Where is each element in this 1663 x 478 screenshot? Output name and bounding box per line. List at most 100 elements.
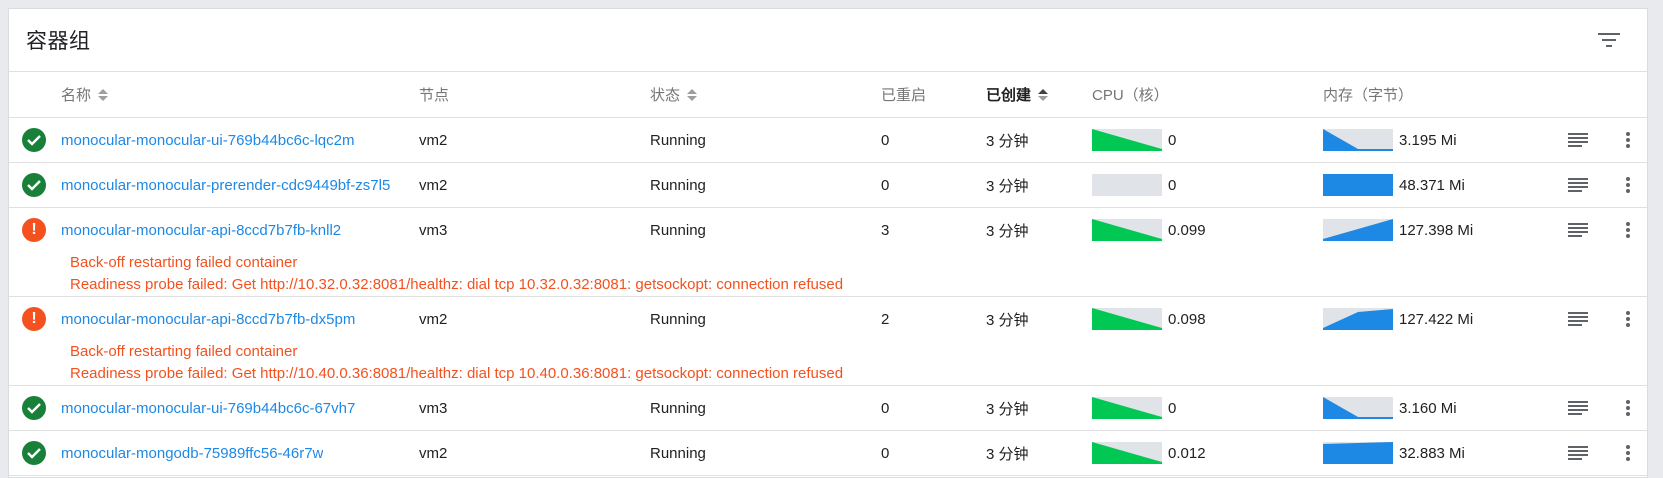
column-header-name[interactable]: 名称: [61, 72, 109, 117]
memory-sparkline: [1323, 219, 1393, 241]
row-main-line: ! monocular-monocular-api-8ccd7b7fb-knll2…: [9, 208, 1647, 252]
card-header: 容器组: [9, 9, 1647, 72]
cpu-sparkline: [1092, 174, 1162, 196]
status-text: Running: [650, 399, 706, 417]
column-header-memory: 内存（字节）: [1323, 72, 1413, 117]
logs-button[interactable]: [1566, 118, 1590, 162]
pods-card: 容器组 名称 节点 状态 已重启 已创建 CPU（核） 内存（字节） monoc…: [8, 8, 1648, 478]
table-header: 名称 节点 状态 已重启 已创建 CPU（核） 内存（字节）: [9, 72, 1647, 118]
cpu-cell: 0: [1092, 386, 1176, 430]
node-cell: vm3: [419, 399, 448, 417]
memory-cell: 127.422 Mi: [1323, 297, 1473, 341]
memory-cell: 48.371 Mi: [1323, 163, 1465, 207]
memory-cell: 32.883 Mi: [1323, 431, 1465, 475]
memory-cell: 3.195 Mi: [1323, 118, 1457, 162]
status-cell: [22, 163, 46, 207]
cpu-value: 0: [1168, 176, 1177, 194]
card-title: 容器组: [26, 30, 91, 53]
restart-count: 2: [881, 310, 890, 328]
sort-icon: [687, 88, 698, 101]
restart-count: 3: [881, 221, 890, 239]
memory-sparkline: [1323, 308, 1393, 330]
cpu-value: 0.099: [1168, 221, 1206, 239]
column-label: 节点: [419, 87, 450, 104]
restart-count: 0: [881, 399, 890, 417]
sort-icon: [98, 88, 109, 101]
logs-button[interactable]: [1566, 386, 1590, 430]
column-header-created[interactable]: 已创建: [986, 72, 1049, 117]
more-vert-icon: [1616, 396, 1640, 420]
warning-message: Readiness probe failed: Get http://10.40…: [70, 365, 844, 382]
row-main-line: monocular-monocular-ui-769b44bc6c-lqc2m v…: [9, 118, 1647, 162]
more-vert-icon: [1616, 307, 1640, 331]
table-row: monocular-mongodb-75989ffc56-46r7w vm2 Run…: [9, 431, 1647, 476]
table-row: ! monocular-monocular-api-8ccd7b7fb-dx5pm…: [9, 297, 1647, 386]
pod-name-link[interactable]: monocular-mongodb-75989ffc56-46r7w: [61, 445, 323, 462]
table-row: ! monocular-monocular-api-8ccd7b7fb-knll2…: [9, 208, 1647, 297]
row-main-line: monocular-monocular-prerender-cdc9449bf-…: [9, 163, 1647, 207]
more-actions-button[interactable]: [1616, 297, 1640, 341]
created-age: 3 分钟: [986, 222, 1029, 240]
column-header-status[interactable]: 状态: [650, 72, 698, 117]
table-row: monocular-monocular-prerender-cdc9449bf-…: [9, 163, 1647, 208]
logs-icon: [1566, 128, 1590, 152]
filter-list-icon[interactable]: [1595, 26, 1623, 54]
created-age: 3 分钟: [986, 132, 1029, 150]
logs-icon: [1566, 307, 1590, 331]
sort-ascending-icon: [1038, 88, 1049, 101]
pod-name-link[interactable]: monocular-monocular-prerender-cdc9449bf-…: [61, 177, 390, 194]
pod-name-cell: monocular-monocular-api-8ccd7b7fb-knll2: [61, 208, 341, 252]
pod-name-link[interactable]: monocular-monocular-ui-769b44bc6c-67vh7: [61, 400, 355, 417]
cpu-value: 0: [1168, 131, 1177, 149]
cpu-cell: 0: [1092, 163, 1176, 207]
logs-button[interactable]: [1566, 297, 1590, 341]
status-cell: !: [22, 208, 46, 252]
restart-count: 0: [881, 131, 890, 149]
more-vert-icon: [1616, 173, 1640, 197]
check-circle-icon: [22, 441, 46, 465]
memory-sparkline: [1323, 174, 1393, 196]
logs-icon: [1566, 441, 1590, 465]
pod-name-link[interactable]: monocular-monocular-api-8ccd7b7fb-knll2: [61, 222, 341, 239]
node-cell: vm2: [419, 444, 448, 462]
pod-name-link[interactable]: monocular-monocular-api-8ccd7b7fb-dx5pm: [61, 311, 355, 328]
more-actions-button[interactable]: [1616, 431, 1640, 475]
memory-sparkline: [1323, 442, 1393, 464]
error-icon: !: [22, 307, 46, 331]
node-cell: vm2: [419, 176, 448, 194]
more-vert-icon: [1616, 128, 1640, 152]
created-age: 3 分钟: [986, 400, 1029, 418]
warning-message: Back-off restarting failed container: [70, 343, 298, 360]
cpu-sparkline: [1092, 308, 1162, 330]
pod-name-link[interactable]: monocular-monocular-ui-769b44bc6c-lqc2m: [61, 132, 354, 149]
warning-message: Readiness probe failed: Get http://10.32…: [70, 276, 844, 293]
more-actions-button[interactable]: [1616, 163, 1640, 207]
cpu-value: 0.012: [1168, 444, 1206, 462]
pod-name-cell: monocular-monocular-prerender-cdc9449bf-…: [61, 163, 390, 207]
status-text: Running: [650, 131, 706, 149]
more-actions-button[interactable]: [1616, 118, 1640, 162]
more-actions-button[interactable]: [1616, 386, 1640, 430]
cpu-sparkline: [1092, 219, 1162, 241]
cpu-cell: 0: [1092, 118, 1176, 162]
logs-button[interactable]: [1566, 208, 1590, 252]
warning-message: Back-off restarting failed container: [70, 254, 298, 271]
cpu-cell: 0.099: [1092, 208, 1206, 252]
more-actions-button[interactable]: [1616, 208, 1640, 252]
memory-value: 48.371 Mi: [1399, 176, 1465, 194]
row-main-line: ! monocular-monocular-api-8ccd7b7fb-dx5pm…: [9, 297, 1647, 341]
column-label: 内存（字节）: [1323, 87, 1414, 104]
check-circle-icon: [22, 128, 46, 152]
logs-button[interactable]: [1566, 163, 1590, 207]
logs-button[interactable]: [1566, 431, 1590, 475]
pod-name-cell: monocular-monocular-ui-769b44bc6c-67vh7: [61, 386, 355, 430]
column-header-node: 节点: [419, 72, 449, 117]
column-label: 状态: [650, 87, 681, 104]
logs-icon: [1566, 218, 1590, 242]
cpu-sparkline: [1092, 397, 1162, 419]
pod-name-cell: monocular-monocular-api-8ccd7b7fb-dx5pm: [61, 297, 355, 341]
column-label: 已重启: [881, 87, 927, 104]
node-cell: vm2: [419, 131, 448, 149]
created-age: 3 分钟: [986, 177, 1029, 195]
cpu-value: 0: [1168, 399, 1177, 417]
